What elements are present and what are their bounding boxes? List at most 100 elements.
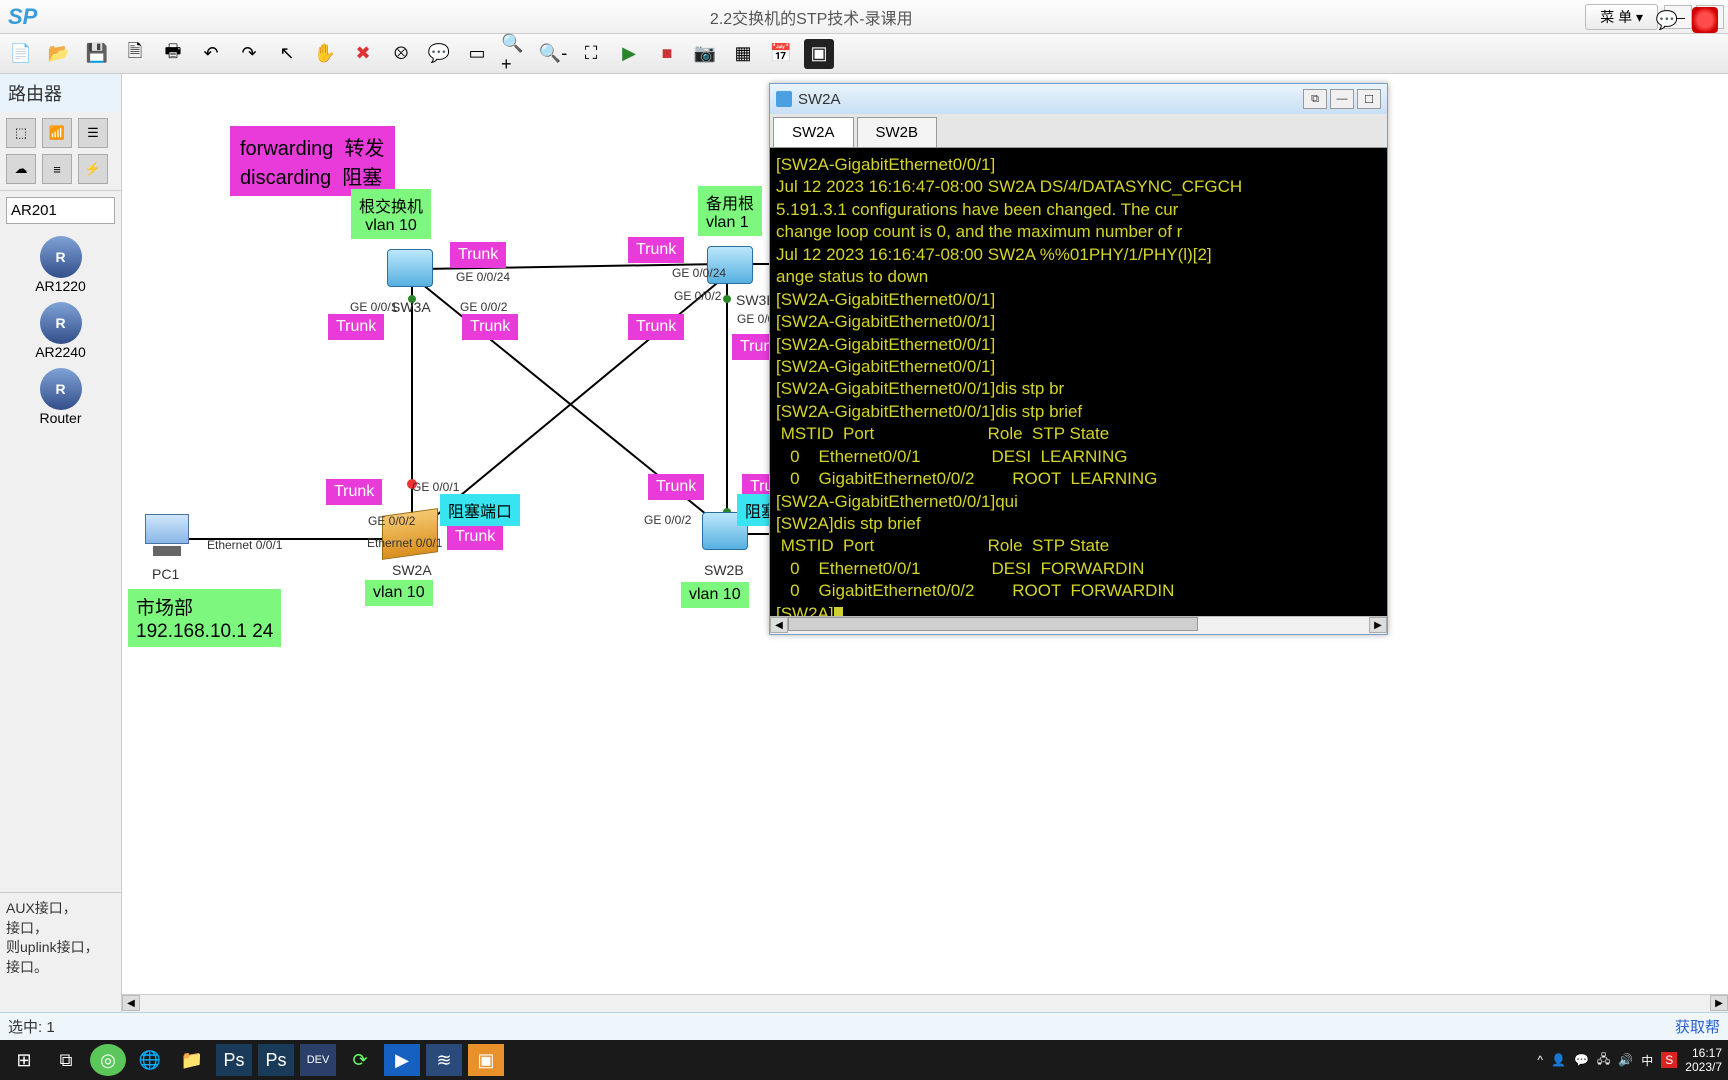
palette-item-5[interactable]: ≡ [42, 154, 72, 184]
grid-icon[interactable]: ▦ [728, 39, 758, 69]
tray-up-icon[interactable]: ^ [1537, 1053, 1543, 1067]
titlebar: SP 2.2交换机的STP技术-录课用 菜 单 ▾ — ☐ [0, 0, 1728, 34]
tray-net-icon[interactable]: 🖧 [1597, 1050, 1610, 1071]
explorer-icon[interactable]: 📁 [174, 1044, 210, 1076]
tray-wechat-icon[interactable]: 💬 [1574, 1053, 1589, 1067]
tray-people-icon[interactable]: 👤 [1551, 1053, 1566, 1067]
text-icon[interactable]: 💬 [424, 39, 454, 69]
sw2b-name: SW2B [704, 562, 744, 578]
calendar-icon[interactable]: 📅 [766, 39, 796, 69]
ps-icon[interactable]: Ps [216, 1044, 252, 1076]
pan-icon[interactable]: ✋ [310, 39, 340, 69]
port-label: GE 0/0/2 [674, 289, 721, 303]
zoomout-icon[interactable]: 🔍- [538, 39, 568, 69]
scroll-thumb[interactable] [788, 617, 1198, 631]
trunk-label: Trunk [628, 314, 684, 340]
palette-item-6[interactable]: ⚡ [78, 154, 108, 184]
trunk-label: Trunk [447, 524, 503, 550]
sw2b-vlan-label: vlan 10 [681, 582, 749, 608]
terminal-output[interactable]: [SW2A-GigabitEthernet0/0/1] Jul 12 2023 … [770, 148, 1387, 616]
app3-icon[interactable]: ▶ [384, 1044, 420, 1076]
ps2-icon[interactable]: Ps [258, 1044, 294, 1076]
sw2a-name: SW2A [392, 562, 432, 578]
terminal-tab-sw2b[interactable]: SW2B [857, 117, 938, 147]
capture-icon[interactable]: 📷 [690, 39, 720, 69]
canvas-hscroll[interactable]: ◀ ▶ [122, 994, 1728, 1012]
play-icon[interactable]: ▶ [614, 39, 644, 69]
stop-icon[interactable]: ■ [652, 39, 682, 69]
chat-icon[interactable]: 💬 [1652, 5, 1682, 35]
undo-icon[interactable]: ↶ [196, 39, 226, 69]
terminal-titlebar[interactable]: SW2A ⧉ — ☐ [770, 84, 1387, 114]
toolbar: 📄 📂 💾 🗎 🖶 ↶ ↷ ↖ ✋ ✖ ⮾ 💬 ▭ 🔍+ 🔍- ⛶ ▶ ■ 📷 … [0, 34, 1728, 74]
delete-icon[interactable]: ✖ [348, 39, 378, 69]
statusbar: 选中: 1 获取帮 [0, 1012, 1728, 1040]
dev-icon[interactable]: DEV [300, 1044, 336, 1076]
menu-button[interactable]: 菜 单 ▾ [1585, 4, 1658, 30]
device-palette: ⬚ 📶 ☰ ☁ ≡ ⚡ [0, 112, 121, 191]
palette-item-4[interactable]: ☁ [6, 154, 36, 184]
terminal-maximize-icon[interactable]: ☐ [1357, 89, 1381, 109]
tray-vol-icon[interactable]: 🔊 [1618, 1053, 1633, 1067]
port-label: Ethernet 0/0/1 [207, 538, 282, 552]
tray-sogou-icon[interactable]: S [1661, 1052, 1677, 1068]
palette-icon[interactable]: ▭ [462, 39, 492, 69]
redo-icon[interactable]: ↷ [234, 39, 264, 69]
trunk-label: Trunk [628, 237, 684, 263]
new-icon[interactable]: 📄 [6, 39, 36, 69]
ensp-icon[interactable]: ≋ [426, 1044, 462, 1076]
tray-time: 16:17 [1692, 1046, 1722, 1060]
port-label: GE 0/0/2 [460, 300, 507, 314]
terminal-hscroll[interactable]: ◀ ▶ [770, 616, 1387, 634]
device-ar1220[interactable]: RAR1220 [35, 236, 86, 294]
switch-sw3a-icon[interactable] [387, 249, 433, 287]
fit-icon[interactable]: ⛶ [576, 39, 606, 69]
scroll-left-icon[interactable]: ◀ [770, 617, 788, 633]
palette-item-1[interactable]: ⬚ [6, 118, 36, 148]
terminal-minimize-icon[interactable]: — [1330, 89, 1354, 109]
scroll-right-icon[interactable]: ▶ [1369, 617, 1387, 633]
scroll-left-icon[interactable]: ◀ [122, 995, 140, 1011]
palette-item-3[interactable]: ☰ [78, 118, 108, 148]
open-icon[interactable]: 📂 [44, 39, 74, 69]
zoomin-icon[interactable]: 🔍+ [500, 39, 530, 69]
root-switch-label: 根交换机 vlan 10 [351, 189, 431, 239]
port-label: GE 0/0/24 [672, 266, 726, 280]
delete2-icon[interactable]: ⮾ [386, 39, 416, 69]
app4-icon[interactable]: ▣ [468, 1044, 504, 1076]
save-icon[interactable]: 💾 [82, 39, 112, 69]
selection-count: 选中: 1 [8, 1016, 55, 1037]
terminal-tab-sw2a[interactable]: SW2A [773, 117, 854, 147]
port-label: GE 0/0/2 [644, 513, 691, 527]
device-ar2240[interactable]: RAR2240 [35, 302, 86, 360]
port-label: GE 0/0/24 [456, 270, 510, 284]
taskbar: ⊞ ⧉ ◎ 🌐 📁 Ps Ps DEV ⟳ ▶ ≋ ▣ ^ 👤 💬 🖧 🔊 中 … [0, 1040, 1728, 1080]
device-combo[interactable]: AR201 [6, 197, 115, 224]
router-icon: R [40, 368, 82, 410]
app1-icon[interactable]: ◎ [90, 1044, 126, 1076]
router-icon: R [40, 236, 82, 278]
taskview-icon[interactable]: ⧉ [48, 1044, 84, 1076]
pc1-icon[interactable] [142, 514, 192, 558]
tray-ime-icon[interactable]: 中 [1641, 1052, 1653, 1069]
terminal-restore-icon[interactable]: ⧉ [1303, 89, 1327, 109]
start-icon[interactable]: ⊞ [6, 1044, 42, 1076]
app2-icon[interactable]: ⟳ [342, 1044, 378, 1076]
chrome-icon[interactable]: 🌐 [132, 1044, 168, 1076]
terminal-window[interactable]: SW2A ⧉ — ☐ SW2A SW2B [SW2A-GigabitEthern… [769, 83, 1388, 635]
router-icon: R [40, 302, 82, 344]
device-list: RAR1220 RAR2240 RRouter [0, 230, 121, 432]
help-link[interactable]: 获取帮 [1675, 1016, 1720, 1037]
port-label: Ethernet 0/0/1 [367, 536, 442, 550]
print-icon[interactable]: 🖶 [158, 39, 188, 69]
device-router[interactable]: RRouter [39, 368, 81, 426]
saveas-icon[interactable]: 🗎 [120, 39, 150, 69]
pointer-icon[interactable]: ↖ [272, 39, 302, 69]
device-description: AUX接口， 接口， 则uplink接口， 接口。 [0, 892, 121, 1012]
palette-item-2[interactable]: 📶 [42, 118, 72, 148]
legend-box: forwarding 转发 discarding 阻塞 [230, 126, 395, 196]
system-tray[interactable]: ^ 👤 💬 🖧 🔊 中 S 16:172023/7 [1537, 1046, 1722, 1074]
scroll-right-icon[interactable]: ▶ [1710, 995, 1728, 1011]
left-header: 路由器 [0, 74, 121, 112]
terminal-icon[interactable]: ▣ [804, 39, 834, 69]
